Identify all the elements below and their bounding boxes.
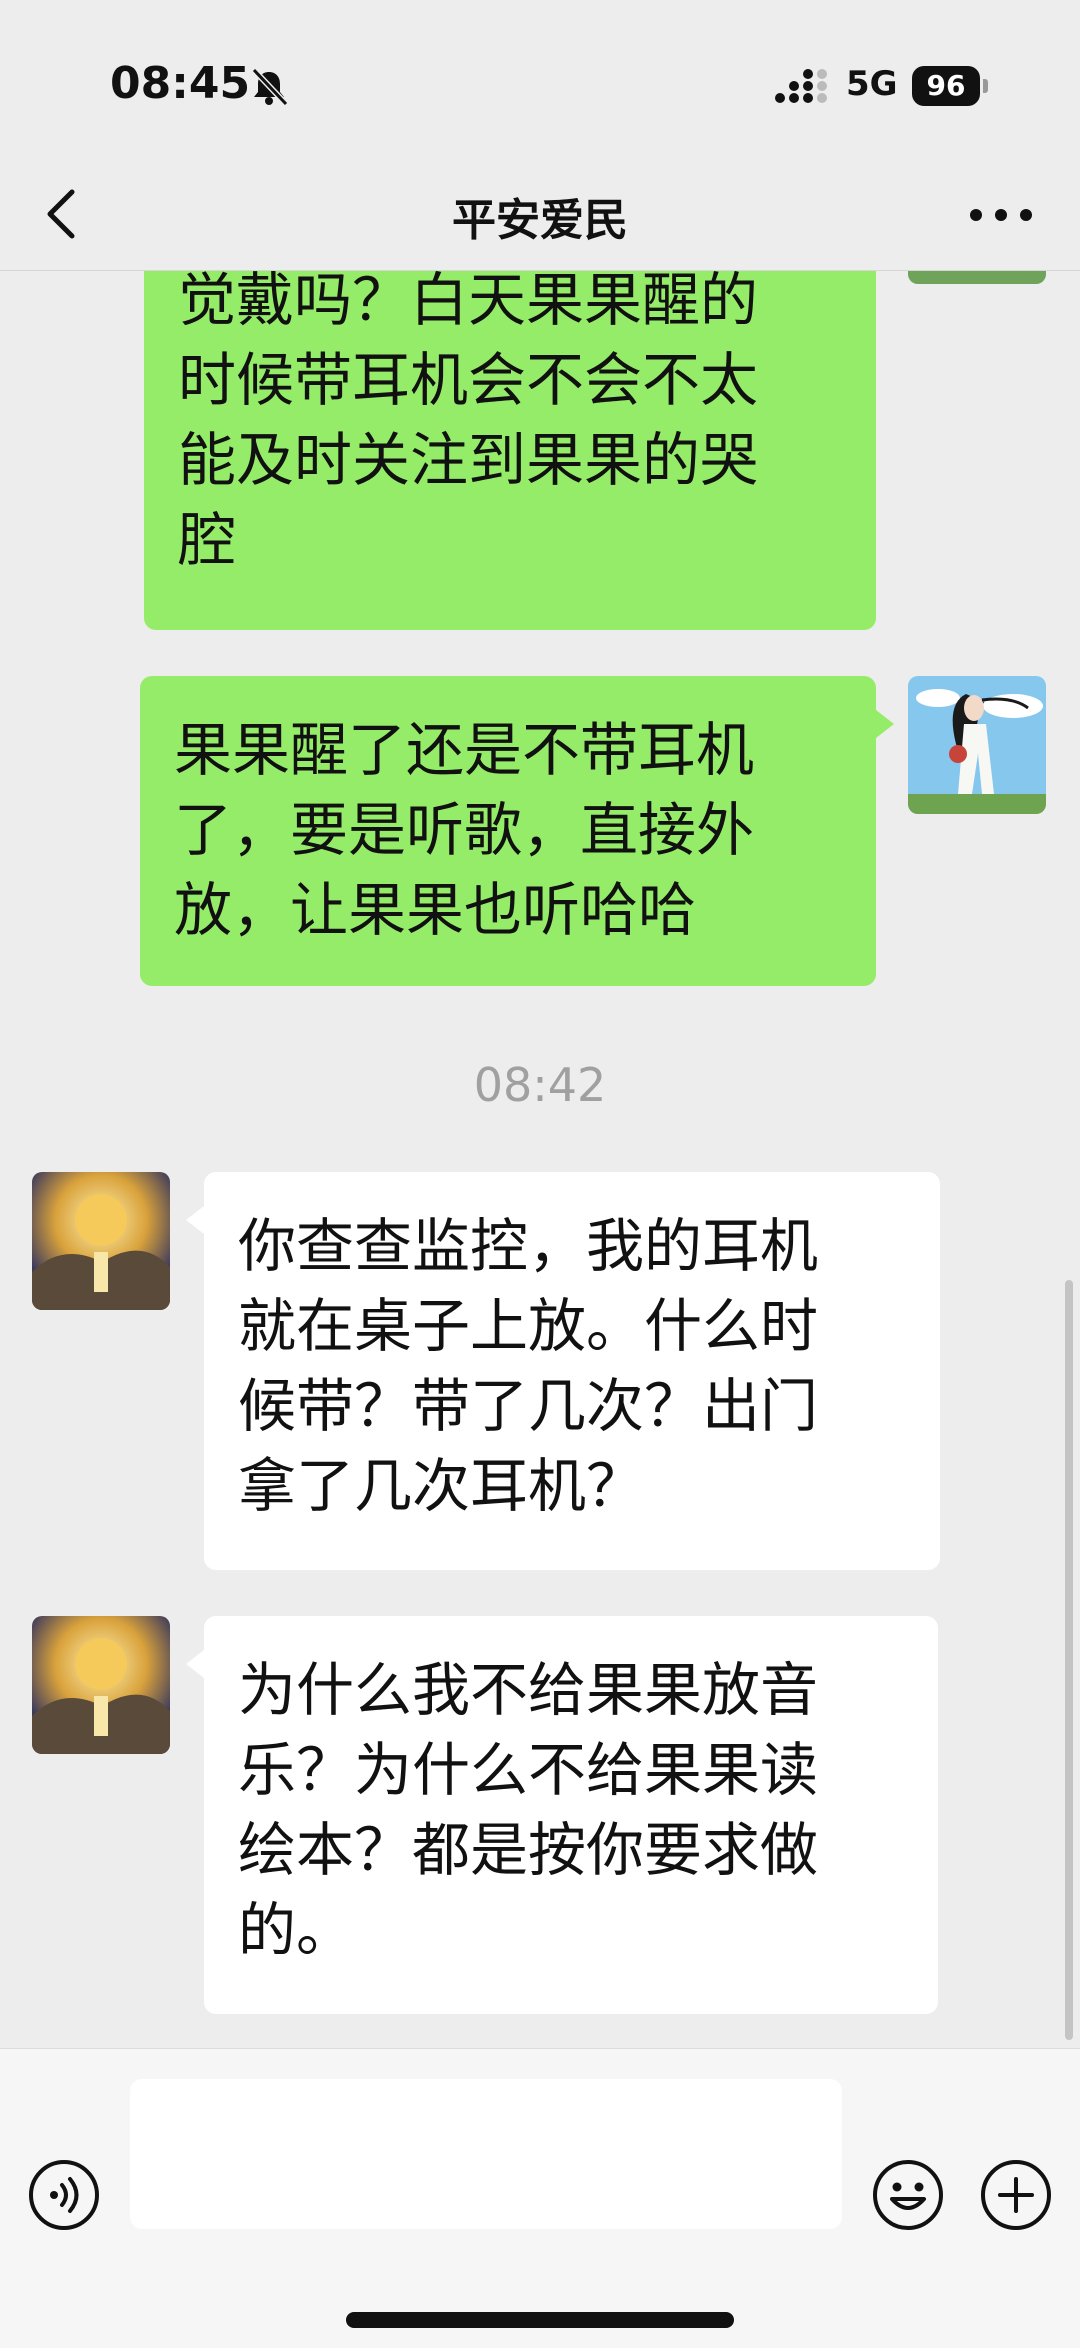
chat-screen: 觉戴吗？白天果果醒的 时候带耳机会不会不太 能及时关注到果果的哭 腔 果果醒了还… [0,0,1080,2348]
input-bar [0,2048,1080,2348]
clock: 08:45 [110,58,251,109]
message-line: 就在桌子上放。什么时 [238,1292,819,1360]
message-line: 的。 [238,1896,355,1964]
message-line: 腔 [178,506,237,574]
message-line: 拿了几次耳机？ [238,1452,645,1520]
message-line: 放，让果果也听哈哈 [174,876,697,944]
emoji-icon[interactable] [872,2159,944,2231]
avatar-self[interactable] [908,676,1046,814]
message-line: 你查查监控，我的耳机 [238,1212,819,1280]
more-icon[interactable] [966,200,1036,230]
avatar-golden-landscape [32,1172,170,1310]
avatar-girl-illustration [908,676,1046,814]
message-input[interactable] [130,2079,842,2229]
message-bubble-outgoing[interactable]: 果果醒了还是不带耳机 了，要是听歌，直接外 放，让果果也听哈哈 [140,676,894,986]
network-type: 5G [846,64,898,104]
message-line: 果果醒了还是不带耳机 [174,716,755,784]
battery-icon: 96 [912,66,980,106]
message-bubble-incoming[interactable]: 你查查监控，我的耳机 就在桌子上放。什么时 候带？带了几次？出门 拿了几次耳机？ [186,1172,940,1570]
bubble-tail [186,1206,204,1234]
bubble-tail [186,1650,204,1678]
bell-muted-icon [251,67,289,107]
message-line: 为什么我不给果果放音 [238,1656,819,1724]
scrollbar[interactable] [1065,1280,1073,2040]
message-timestamp: 08:42 [473,1058,607,1112]
plus-icon[interactable] [980,2159,1052,2231]
chat-title: 平安爱民 [452,195,628,246]
message-list[interactable]: 觉戴吗？白天果果醒的 时候带耳机会不会不太 能及时关注到果果的哭 腔 果果醒了还… [0,0,1080,2048]
message-line: 乐？为什么不给果果读 [238,1736,819,1804]
avatar-contact[interactable] [32,1616,170,1754]
voice-icon[interactable] [28,2159,100,2231]
message-line: 能及时关注到果果的哭 [178,426,759,494]
message-line: 了，要是听歌，直接外 [174,796,755,864]
message-bubble-incoming[interactable]: 为什么我不给果果放音 乐？为什么不给果果读 绘本？都是按你要求做 的。 [186,1616,938,2014]
home-indicator[interactable] [346,2312,734,2328]
message-line: 候带？带了几次？出门 [238,1372,819,1440]
message-line: 绘本？都是按你要求做 [238,1816,819,1884]
message-line: 时候带耳机会不会不太 [178,346,759,414]
avatar-golden-landscape [32,1616,170,1754]
signal-icon [775,69,827,103]
status-bar: 08:45 5G 96 [0,0,1080,170]
bubble-tail [876,710,894,738]
avatar-contact[interactable] [32,1172,170,1310]
nav-bar: 平安爱民 [0,170,1080,271]
message-line: 觉戴吗？白天果果醒的 [178,266,759,334]
battery-nub [983,79,988,93]
